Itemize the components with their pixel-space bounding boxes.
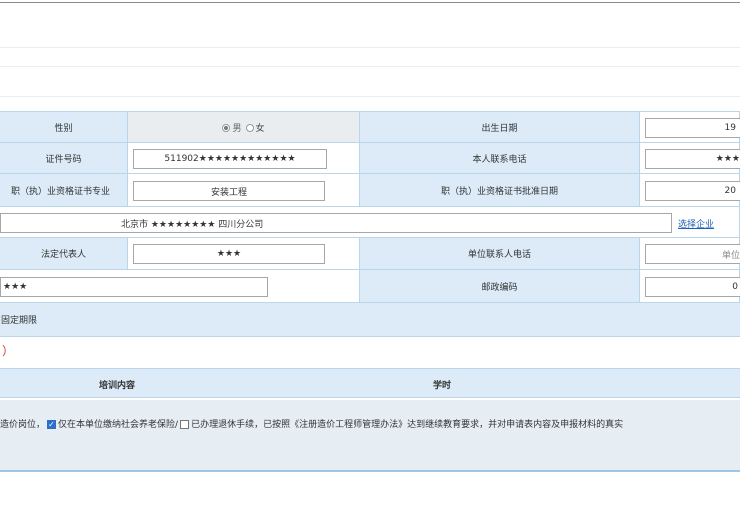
radio-female[interactable] [245, 124, 254, 132]
declaration-line: 造价岗位， ✓ 仅在本单位缴纳社会养老保险/已办理退休手续，已按照《注册造价工程师管… [0, 417, 623, 430]
postcode-input[interactable]: 0 [645, 277, 740, 297]
header-band-line [0, 47, 740, 48]
insurance-checkbox[interactable]: ✓ [47, 420, 57, 429]
birth-date-label: 出生日期 [360, 112, 640, 143]
declaration-text-2: 仅在本单位缴纳社会养老保险/ [58, 420, 179, 430]
fixed-term-row: 固定期限 [0, 303, 740, 337]
unit-phone-label: 单位联系人电话 [360, 238, 640, 270]
cert-major-label: 职（执）业资格证书专业 [0, 174, 128, 207]
declaration-panel: 造价岗位， ✓ 仅在本单位缴纳社会养老保险/已办理退休手续，已按照《注册造价工程师管… [0, 400, 740, 472]
gender-male-option[interactable]: 男 [222, 121, 242, 134]
header-band-line [0, 66, 740, 67]
id-number-input[interactable]: 511902★★★★★★★★★★★★ [133, 149, 327, 169]
cert-major-input[interactable]: 安装工程 [133, 181, 325, 201]
select-company-link[interactable]: 选择企业 [678, 217, 714, 230]
section-title-fragment: ） [2, 344, 15, 358]
gender-label: 性别 [0, 112, 128, 143]
declaration-text-1: 造价岗位， [0, 420, 46, 430]
cert-date-input[interactable]: 20 [645, 181, 740, 201]
unit-phone-input[interactable]: 单位 [645, 244, 740, 264]
birth-date-input[interactable]: 19 [645, 118, 740, 138]
postcode-label: 邮政编码 [360, 270, 640, 303]
training-table-header: 培训内容 学时 [0, 368, 740, 398]
company-input[interactable]: 北京市 ★★★★★★★★ 四川分公司 [0, 213, 672, 233]
legal-rep-input[interactable]: ★★★ [133, 244, 325, 264]
header-band-line [0, 96, 740, 97]
gender-radio-group: 男 女 [128, 112, 360, 143]
declaration-text-3: 已办理退休手续，已按照《注册造价工程师管理办法》达到继续教育要求，并对申请表内容… [191, 420, 624, 430]
retired-checkbox[interactable] [180, 420, 190, 429]
top-border [0, 2, 740, 3]
training-hours-header: 学时 [433, 381, 452, 391]
id-number-label: 证件号码 [0, 143, 128, 174]
fixed-term-text: 固定期限 [1, 316, 38, 326]
gender-female-option[interactable]: 女 [245, 121, 265, 134]
phone-input[interactable]: ★★★ [645, 149, 740, 169]
applicant-form-grid: 性别 男 女 出生日期 19 证件号码 511902★★★★★★★★★★★★ 本… [0, 111, 740, 337]
address-input[interactable]: ★★★ [0, 277, 268, 297]
radio-male[interactable] [222, 124, 231, 132]
phone-label: 本人联系电话 [360, 143, 640, 174]
legal-rep-label: 法定代表人 [0, 238, 128, 270]
training-content-header: 培训内容 [99, 381, 136, 391]
cert-date-label: 职（执）业资格证书批准日期 [360, 174, 640, 207]
